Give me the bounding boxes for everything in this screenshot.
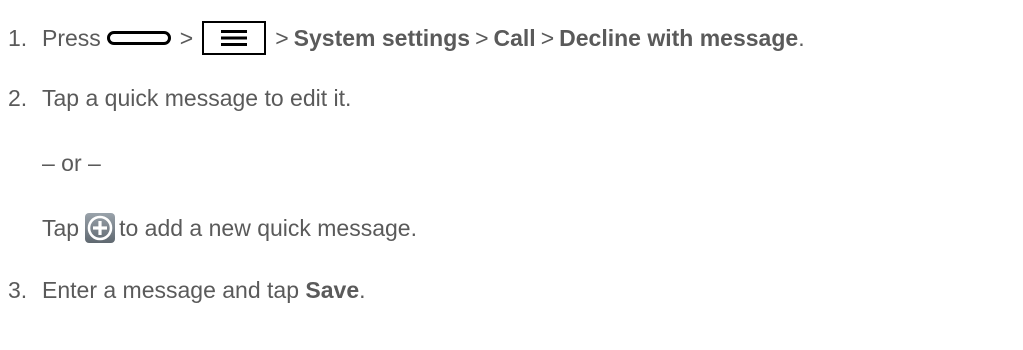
plus-circle-icon xyxy=(85,213,116,243)
alt-text: to add a new quick message. xyxy=(119,214,417,241)
step-1: 1. Press > > System settings > Call > De… xyxy=(0,18,805,58)
or-separator: – or – xyxy=(42,143,101,183)
step-end-punctuation: . xyxy=(359,276,366,303)
path-separator: > xyxy=(275,24,289,51)
path-item-decline-with-message: Decline with message xyxy=(559,24,799,51)
step-text: Tap a quick message to edit it. xyxy=(42,84,352,111)
alt-tap-text: Tap xyxy=(42,214,80,241)
path-separator: > xyxy=(475,24,489,51)
step-3: 3. Enter a message and tap Save . xyxy=(0,270,366,310)
or-text: – or – xyxy=(42,149,101,176)
step-number: 2. xyxy=(8,84,28,111)
save-label: Save xyxy=(305,276,360,303)
path-separator: > xyxy=(540,24,555,51)
step-2: 2. Tap a quick message to edit it. xyxy=(0,78,351,118)
step-text: Press xyxy=(42,24,101,51)
step-number: 1. xyxy=(8,24,28,51)
path-item-call: Call xyxy=(493,24,536,51)
path-separator: > xyxy=(179,24,194,51)
path-item-system-settings: System settings xyxy=(293,24,471,51)
alternative-step: Tap to add a new quick message. xyxy=(42,208,417,248)
home-key-icon xyxy=(106,31,171,45)
step-number: 3. xyxy=(8,276,28,303)
menu-key-icon xyxy=(202,21,267,55)
step-end-punctuation: . xyxy=(798,24,805,51)
step-text: Enter a message and tap xyxy=(42,276,299,303)
